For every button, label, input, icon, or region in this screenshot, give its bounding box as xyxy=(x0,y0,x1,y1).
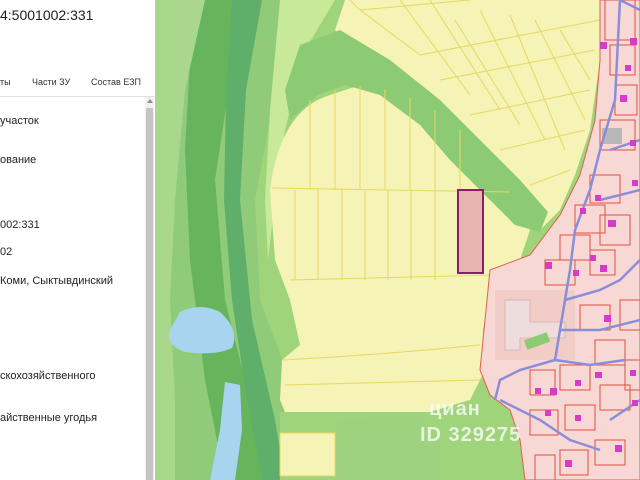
field-category: скохозяйственного xyxy=(0,370,96,382)
tab-ezp[interactable]: Состав ЕЗП xyxy=(91,77,141,87)
scroll-up-arrow-icon[interactable] xyxy=(147,99,153,103)
scroll-thumb[interactable] xyxy=(146,108,153,480)
field-cadastral: 002:331 xyxy=(0,219,40,231)
field-type: участок xyxy=(0,115,39,127)
info-panel: 4:5001002:331 ты Части ЗУ Состав ЕЗП уча… xyxy=(0,0,155,480)
watermark-id: ID 329275 xyxy=(420,424,522,446)
tab-objects[interactable]: ты xyxy=(0,77,11,87)
tab-divider xyxy=(0,96,155,97)
field-use: айственные угодья xyxy=(0,412,98,424)
selected-parcel xyxy=(457,189,484,274)
field-quarter: 02 xyxy=(0,246,13,258)
tab-bar: ты Части ЗУ Состав ЕЗП xyxy=(0,77,155,97)
cadastral-map[interactable]: циан ID 329275 xyxy=(155,0,640,480)
cadastral-number: 4:5001002:331 xyxy=(0,7,94,23)
tab-parts[interactable]: Части ЗУ xyxy=(32,77,70,87)
lot-southwest xyxy=(279,432,336,477)
field-name: ование xyxy=(0,154,37,166)
field-address: Коми, Сыктывдинский xyxy=(0,275,114,287)
watermark-brand: циан xyxy=(429,398,481,420)
